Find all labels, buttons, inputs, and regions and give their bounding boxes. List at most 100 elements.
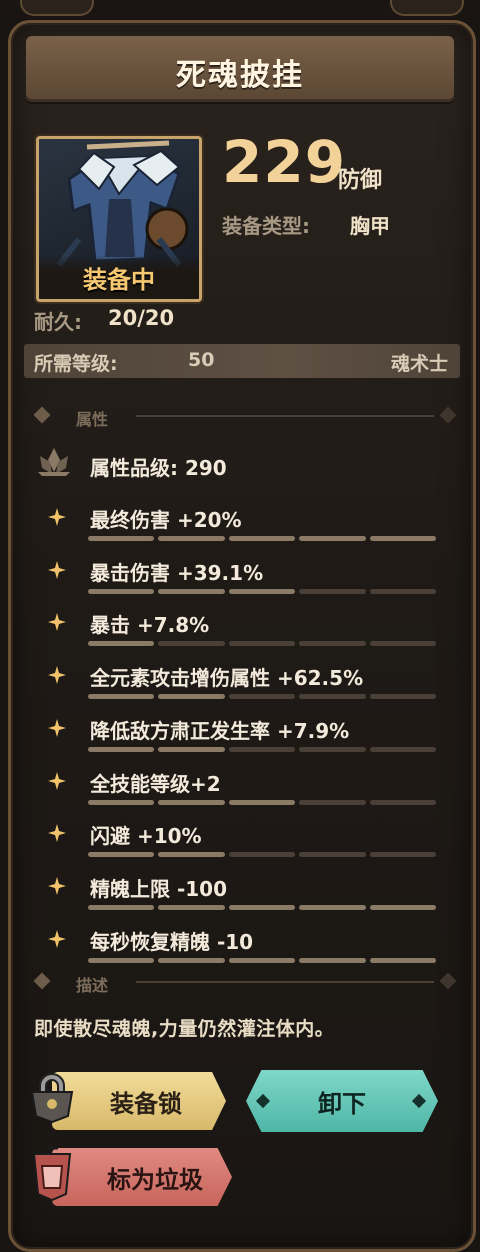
mark-as-junk-label: 标为垃圾 (107, 1165, 203, 1194)
roll-segment (299, 588, 366, 594)
roll-segment (299, 957, 366, 963)
sparkle-icon (48, 771, 66, 790)
roll-segment (158, 694, 225, 700)
attribute-text: 闪避 +10% (90, 824, 202, 849)
attribute-row: 全技能等级+2 (36, 760, 456, 812)
roll-segment (158, 957, 225, 963)
roll-segment (158, 536, 225, 541)
roll-segment (369, 536, 437, 541)
roll-segment (228, 799, 296, 805)
attribute-row: 暴击 +7.8% (36, 601, 456, 653)
attribute-roll-bar (88, 746, 437, 753)
roll-segment (369, 957, 437, 963)
required-level-value: 50 (188, 349, 215, 371)
description-text: 即使散尽魂魄,力量仍然灌注体内。 (34, 1018, 335, 1040)
roll-segment (88, 852, 155, 858)
attribute-roll-bar (88, 904, 437, 911)
roll-segment (158, 904, 225, 910)
title-bar: 死魂披挂 (26, 36, 454, 102)
diamond-icon (439, 406, 457, 424)
durability-label: 耐久: (34, 310, 82, 334)
description-section-header: 描述 (33, 972, 460, 995)
defense-label: 防御 (338, 168, 383, 193)
roll-segment (299, 852, 366, 858)
attribute-text: 最终伤害 +20% (90, 508, 242, 532)
trash-icon (32, 1146, 72, 1202)
equipment-lock-button[interactable]: 装备锁 (52, 1072, 226, 1130)
attribute-roll-bar (88, 536, 437, 542)
attribute-text: 每秒恢复精魄 -10 (90, 929, 254, 954)
top-ornament (0, 0, 480, 18)
roll-segment (369, 904, 437, 910)
attribute-grade: 属性品级: 290 (90, 456, 227, 480)
attribute-row: 精魄上限 -100 (36, 865, 456, 917)
roll-segment (369, 694, 437, 700)
equip-type-value: 胸甲 (350, 214, 390, 238)
sparkle-icon (48, 824, 66, 843)
sparkle-icon (48, 508, 66, 526)
roll-segment (88, 799, 155, 805)
roll-segment (228, 852, 296, 858)
unequip-button[interactable]: 卸下 (246, 1070, 438, 1132)
sparkle-icon (48, 613, 66, 632)
attribute-row: 闪避 +10% (36, 812, 456, 864)
roll-segment (88, 746, 155, 752)
roll-segment (299, 746, 366, 752)
requirement-bar: 所需等级: 50 魂术士 (24, 344, 460, 378)
divider (136, 415, 434, 417)
attribute-text: 全元素攻击增伤属性 +62.5% (90, 666, 364, 691)
attribute-text: 暴击 +7.8% (90, 613, 210, 638)
mark-as-junk-button[interactable]: 标为垃圾 (52, 1148, 232, 1206)
durability-value: 20/20 (108, 306, 175, 330)
defense-value: 229 (222, 128, 347, 196)
attribute-grade-row: 属性品级: 290 (36, 444, 456, 484)
roll-segment (299, 904, 366, 910)
attribute-row: 暴击伤害 +39.1% (36, 549, 456, 601)
roll-segment (88, 904, 155, 910)
ornament-nub (390, 0, 464, 16)
roll-segment (158, 641, 225, 647)
attribute-roll-bar (88, 694, 437, 700)
attribute-row: 降低敌方肃正发生率 +7.9% (36, 707, 456, 759)
attributes-section-header: 属性 (33, 406, 460, 429)
roll-segment (228, 957, 296, 963)
item-portrait[interactable]: 装备中 (36, 136, 202, 302)
lock-icon (30, 1073, 74, 1124)
unequip-label: 卸下 (318, 1089, 366, 1118)
equipped-tag: 装备中 (39, 255, 199, 299)
roll-segment (88, 641, 155, 647)
roll-segment (228, 588, 296, 594)
roll-segment (158, 852, 225, 858)
roll-segment (369, 799, 437, 805)
attribute-text: 降低敌方肃正发生率 +7.9% (90, 718, 350, 743)
diamond-icon (439, 972, 457, 990)
roll-segment (299, 536, 366, 541)
ornament-nub (20, 0, 94, 16)
roll-segment (369, 588, 437, 594)
attribute-text: 全技能等级+2 (90, 771, 221, 796)
roll-segment (228, 641, 296, 647)
roll-segment (158, 799, 225, 805)
attribute-row: 全元素攻击增伤属性 +62.5% (36, 654, 456, 706)
attribute-roll-bar (88, 588, 437, 595)
equipment-lock-label: 装备锁 (110, 1089, 182, 1118)
equip-type-label: 装备类型: (222, 214, 310, 238)
roll-segment (228, 904, 296, 910)
roll-segment (88, 957, 155, 963)
sparkle-icon (48, 666, 66, 685)
roll-segment (369, 641, 437, 647)
roll-segment (228, 694, 296, 700)
diamond-icon (33, 972, 51, 990)
attribute-roll-bar (88, 641, 437, 647)
diamond-icon (33, 406, 51, 424)
roll-segment (299, 641, 366, 647)
roll-segment (369, 852, 437, 858)
roll-segment (88, 536, 155, 541)
attribute-roll-bar (88, 957, 437, 964)
sparkle-icon (48, 929, 66, 948)
roll-segment (369, 746, 437, 752)
lotus-icon (38, 448, 70, 476)
sparkle-icon (48, 560, 66, 579)
description-section-title: 描述 (76, 976, 109, 995)
required-class: 魂术士 (390, 353, 448, 375)
